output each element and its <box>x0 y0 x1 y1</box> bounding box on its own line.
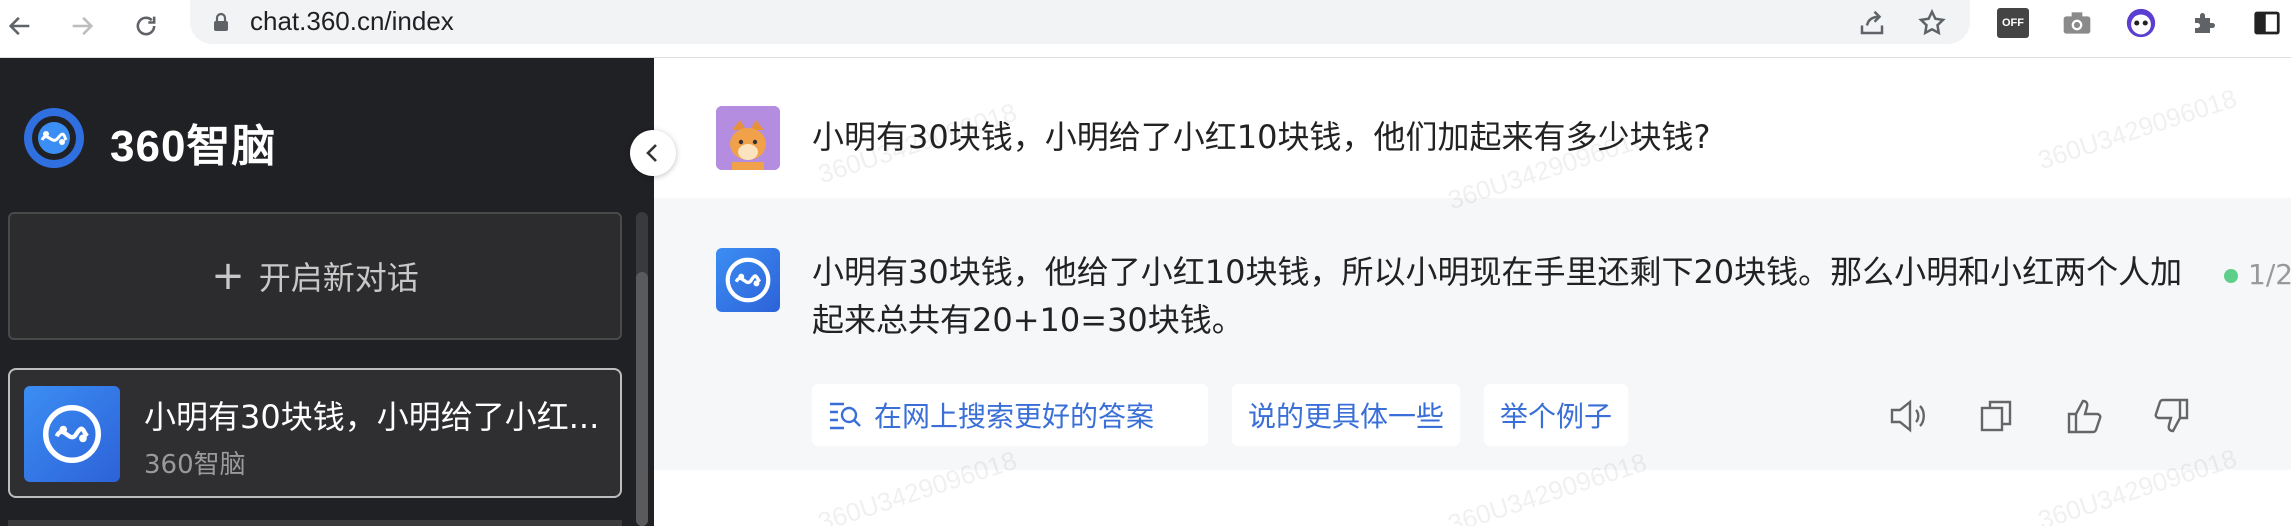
next-conversation-edge <box>8 520 622 526</box>
brand-name: 360智脑 <box>110 122 277 171</box>
arrow-left-icon[interactable] <box>0 6 40 46</box>
collapse-sidebar-button[interactable] <box>630 130 676 176</box>
answer-index: 1/2 <box>2248 258 2291 291</box>
status-dot <box>2224 269 2238 283</box>
ai-message-row: 小明有30块钱，他给了小红10块钱，所以小明现在手里还剩下20块钱。那么小明和小… <box>654 198 2291 470</box>
give-example-button[interactable]: 举个例子 <box>1484 384 1629 446</box>
side-panel-icon[interactable] <box>2250 6 2284 40</box>
give-example-label: 举个例子 <box>1500 400 1613 433</box>
ai-message-text: 小明有30块钱，他给了小红10块钱，所以小明现在手里还剩下20块钱。那么小明和小… <box>812 253 2183 339</box>
sidebar-scrollbar[interactable] <box>636 212 648 526</box>
ai-logo-icon <box>24 386 120 482</box>
reload-icon[interactable] <box>126 6 166 46</box>
conversation-subtitle: 360智脑 <box>144 450 246 480</box>
puzzle-icon[interactable] <box>2188 6 2222 40</box>
search-list-icon <box>830 402 861 430</box>
arrow-right-icon[interactable] <box>62 6 102 46</box>
off-badge-label: OFF <box>1997 8 2029 38</box>
more-specific-button[interactable]: 说的更具体一些 <box>1232 384 1461 446</box>
brand-logo[interactable] <box>22 106 86 170</box>
share-icon[interactable] <box>1856 7 1888 39</box>
copy-icon[interactable] <box>1974 394 2018 438</box>
url-text[interactable]: chat.360.cn/index <box>250 6 454 37</box>
search-web-label: 在网上搜索更好的答案 <box>874 400 1155 433</box>
chat-area: 小明有30块钱，小明给了小红10块钱，他们加起来有多少块钱? 小明有30块钱，他… <box>654 58 2291 526</box>
new-chat-label: 开启新对话 <box>258 259 419 297</box>
user-message-row: 小明有30块钱，小明给了小红10块钱，他们加起来有多少块钱? <box>654 58 2291 198</box>
plus-icon: + <box>211 253 245 299</box>
sidebar: 360智脑 + 开启新对话 小明有30块钱，小明给了小红... 360智脑 <box>0 58 654 526</box>
conversation-item[interactable]: 小明有30块钱，小明给了小红... 360智脑 <box>8 368 622 498</box>
lock-icon <box>212 12 230 32</box>
star-icon[interactable] <box>1916 7 1948 39</box>
ai-avatar-icon <box>716 248 780 312</box>
thumbs-down-icon[interactable] <box>2150 394 2194 438</box>
search-web-button[interactable]: 在网上搜索更好的答案 <box>812 384 1208 446</box>
chevron-left-icon <box>646 144 657 162</box>
speaker-icon[interactable] <box>1886 394 1930 438</box>
mask-face-icon[interactable] <box>2124 6 2158 40</box>
more-specific-label: 说的更具体一些 <box>1248 400 1445 433</box>
scrollbar-thumb[interactable] <box>636 272 648 526</box>
conversation-title: 小明有30块钱，小明给了小红... <box>144 398 600 436</box>
new-chat-button[interactable]: + 开启新对话 <box>8 212 622 340</box>
user-message-text: 小明有30块钱，小明给了小红10块钱，他们加起来有多少块钱? <box>812 118 1711 156</box>
camera-icon[interactable] <box>2060 6 2094 40</box>
address-bar[interactable]: chat.360.cn/index <box>190 0 1970 44</box>
user-avatar <box>716 106 780 170</box>
extension-off-badge[interactable]: OFF <box>1996 6 2030 40</box>
thumbs-up-icon[interactable] <box>2062 394 2106 438</box>
answer-pager[interactable]: 1/2 <box>2224 258 2291 291</box>
browser-toolbar: chat.360.cn/index OFF <box>0 0 2291 58</box>
